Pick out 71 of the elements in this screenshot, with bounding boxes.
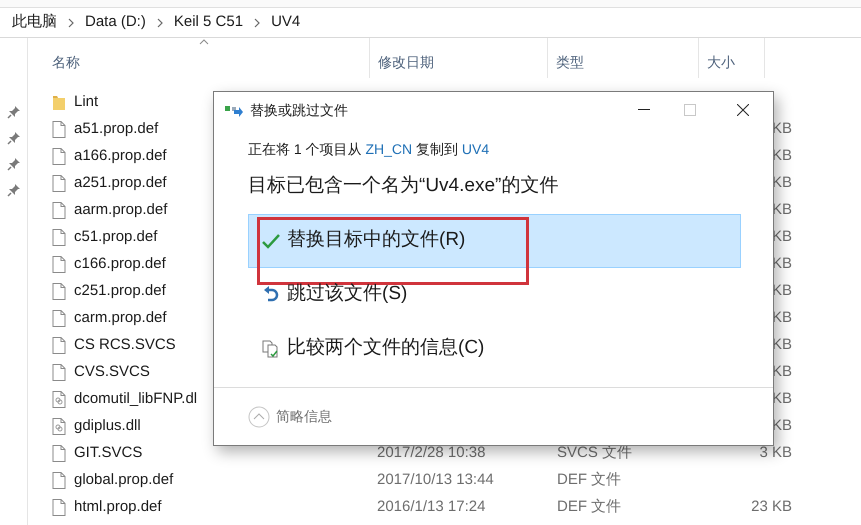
option-button[interactable]: 跳过该文件(S) [248,268,741,322]
file-icon [52,283,66,300]
destination-folder-link[interactable]: UV4 [462,141,490,157]
file-size: 23 KB [751,497,792,518]
column-header[interactable]: 修改日期 [370,38,548,78]
file-icon [52,472,66,489]
file-date: 2016/1/13 17:24 [377,498,486,516]
source-folder-link[interactable]: ZH_CN [365,141,412,157]
pin-icon[interactable] [6,157,20,171]
copy-status-text: 正在将 1 个项目从 ZH_CN 复制到 UV4 [248,140,490,159]
file-type: DEF 文件 [557,471,622,488]
file-name[interactable]: Lint [74,91,98,114]
minimize-icon [638,109,650,111]
file-icon [52,121,66,138]
close-icon [737,104,749,116]
option-button[interactable]: 替换目标中的文件(R) [248,214,741,268]
file-name[interactable]: c251.prop.def [74,280,166,303]
file-name[interactable]: carm.prop.def [74,307,167,330]
maximize-icon [684,104,696,116]
chevron-right-icon [156,18,164,28]
file-name[interactable]: aarm.prop.def [74,199,168,222]
file-icon [52,364,66,381]
file-name[interactable]: GIT.SVCS [74,442,142,465]
file-icon [52,310,66,327]
file-icon [52,148,66,165]
copy-arrow-icon [224,103,244,117]
chevron-right-icon [67,18,75,28]
window-title: 替换或跳过文件 [250,100,349,120]
file-icon [52,391,66,408]
file-icon [52,418,66,435]
file-date: 2017/10/13 13:44 [377,471,494,488]
pin-icon[interactable] [6,183,20,197]
file-name[interactable]: gdiplus.dll [74,415,141,438]
file-name[interactable]: a251.prop.def [74,172,167,195]
file-name[interactable]: html.prop.def [74,496,162,519]
breadcrumb-item[interactable]: Keil 5 C51 [174,11,244,34]
dialog-heading: 目标已包含一个名为“Uv4.exe”的文件 [248,174,560,198]
file-icon [52,445,66,462]
file-type: DEF 文件 [557,498,622,516]
column-header[interactable]: 大小 [699,38,765,78]
file-name[interactable]: a51.prop.def [74,118,158,141]
file-size: 3 KB [759,443,792,464]
file-icon [52,202,66,219]
file-name[interactable]: CS RCS.SVCS [74,334,176,357]
file-name[interactable]: a166.prop.def [74,145,167,168]
pin-icon[interactable] [6,105,20,119]
check-icon [261,232,281,248]
option-button[interactable]: 比较两个文件的信息(C) [248,322,741,376]
pin-icon[interactable] [6,131,20,145]
file-name[interactable]: c51.prop.def [74,226,158,249]
sort-caret-icon [198,39,208,45]
file-name[interactable]: global.prop.def [74,469,174,492]
file-icon [52,256,66,273]
breadcrumb-item[interactable]: Data (D:) [85,11,146,34]
details-toggle-button[interactable]: 简略信息 [248,406,332,428]
file-name[interactable]: dcomutil_libFNP.dl [74,388,198,411]
column-header[interactable]: 名称 [28,38,370,78]
file-icon [52,229,66,246]
file-type: SVCS 文件 [557,444,632,462]
folder-icon [52,94,66,111]
column-header[interactable]: 类型 [548,38,699,78]
breadcrumb-item[interactable]: 此电脑 [12,11,57,34]
file-icon [52,175,66,192]
breadcrumb-item[interactable]: UV4 [271,11,300,34]
chevron-right-icon [253,18,262,28]
file-icon [52,337,66,354]
chevron-up-circle-icon [248,406,270,428]
file-date: 2017/2/28 10:38 [377,444,486,462]
file-name[interactable]: CVS.SVCS [74,361,150,384]
file-name[interactable]: c166.prop.def [74,253,166,276]
file-icon [52,499,66,516]
